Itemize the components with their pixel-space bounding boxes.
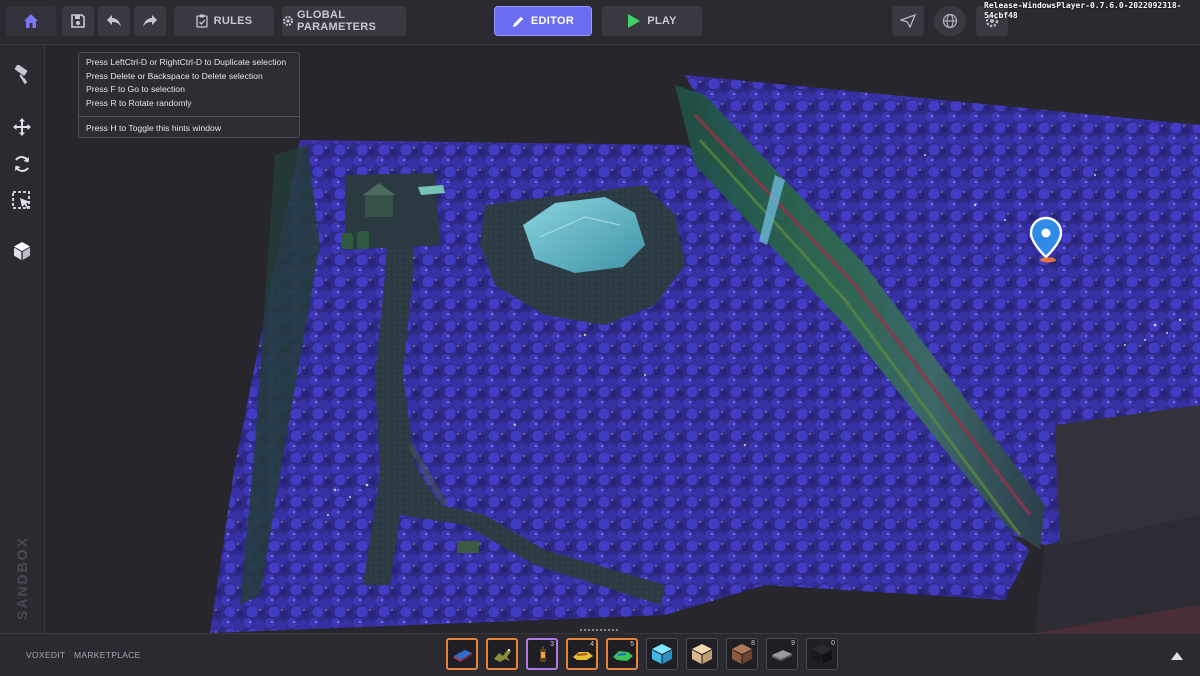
undo-icon xyxy=(106,14,122,28)
play-label: PLAY xyxy=(647,15,677,27)
cube-icon xyxy=(12,241,32,266)
undo-button[interactable] xyxy=(98,6,130,36)
clipboard-check-icon xyxy=(195,14,208,28)
water-block-icon xyxy=(454,650,472,662)
sandbox-brand-logo: SANDBOX xyxy=(14,535,31,621)
home-button[interactable] xyxy=(6,6,56,36)
send-icon xyxy=(900,14,916,28)
hotbar-slot[interactable]: 3 xyxy=(526,638,558,670)
hotbar-slot[interactable] xyxy=(486,638,518,670)
publish-button[interactable] xyxy=(892,6,924,36)
selection-icon xyxy=(11,190,33,217)
save-icon xyxy=(70,13,86,29)
paint-tool-button[interactable] xyxy=(6,61,38,93)
move-tool-button[interactable] xyxy=(6,113,38,145)
hint-toggle: Press H to Toggle this hints window xyxy=(86,123,222,134)
assets-button[interactable] xyxy=(6,237,38,269)
hint-go-to: Press F to Go to selection xyxy=(86,84,185,95)
expand-panel-button[interactable] xyxy=(1170,648,1186,662)
hotbar-slot[interactable]: 4 xyxy=(566,638,598,670)
language-button[interactable] xyxy=(934,6,966,36)
redo-icon xyxy=(142,14,158,28)
build-version-text: Release-WindowsPlayer-0.7.6.0-2022092318… xyxy=(984,1,1182,20)
select-tool-button[interactable] xyxy=(6,187,38,219)
redo-button[interactable] xyxy=(134,6,166,36)
pencil-icon xyxy=(512,15,525,28)
editor-mode-button[interactable]: EDITOR xyxy=(494,6,592,36)
rotate-icon xyxy=(12,154,32,179)
move-icon xyxy=(12,117,32,142)
bottom-toolbar: VOXEDIT MARKETPLACE 3 4 5 8 9 0 xyxy=(0,626,1200,676)
dragon-icon xyxy=(494,649,511,662)
sand-block-icon xyxy=(692,644,712,664)
hint-rotate: Press R to Rotate randomly xyxy=(86,97,192,108)
hotbar-drag-handle[interactable] xyxy=(576,626,624,634)
hint-duplicate: Press LeftCtrl-D or RightCtrl-D to Dupli… xyxy=(86,57,287,67)
save-button[interactable] xyxy=(62,6,94,36)
hotbar-slot[interactable] xyxy=(646,638,678,670)
hints-window: Press LeftCtrl-D or RightCtrl-D to Dupli… xyxy=(78,52,300,138)
editor-label: EDITOR xyxy=(530,15,575,27)
top-toolbar: RULES GLOBAL PARAMETERS EDITOR PLAY Rele… xyxy=(0,0,1200,45)
rules-button[interactable]: RULES xyxy=(174,6,274,36)
gear-icon xyxy=(282,15,294,27)
triangle-up-icon xyxy=(1170,648,1184,665)
ice-block-icon xyxy=(652,644,672,664)
hint-delete: Press Delete or Backspace to Delete sele… xyxy=(86,70,263,81)
play-icon xyxy=(627,13,641,29)
voxedit-link[interactable]: VOXEDIT xyxy=(26,650,65,660)
marketplace-link[interactable]: MARKETPLACE xyxy=(74,650,141,660)
rules-label: RULES xyxy=(213,15,253,27)
home-icon xyxy=(22,12,40,30)
play-mode-button[interactable]: PLAY xyxy=(602,6,702,36)
hotbar-slot[interactable]: 5 xyxy=(606,638,638,670)
paint-roller-icon xyxy=(12,63,32,90)
global-parameters-button[interactable]: GLOBAL PARAMETERS xyxy=(282,6,406,36)
hotbar-slot[interactable]: 0 xyxy=(806,638,838,670)
globe-icon xyxy=(942,13,958,29)
hotbar-slot[interactable]: 9 xyxy=(766,638,798,670)
hotbar-slot[interactable] xyxy=(686,638,718,670)
left-toolbar: SANDBOX xyxy=(0,45,45,671)
global-parameters-label: GLOBAL PARAMETERS xyxy=(297,9,377,33)
hints-divider xyxy=(79,116,299,118)
hotbar-slot[interactable]: 8 xyxy=(726,638,758,670)
rotate-tool-button[interactable] xyxy=(6,150,38,182)
hotbar-slot[interactable] xyxy=(446,638,478,670)
